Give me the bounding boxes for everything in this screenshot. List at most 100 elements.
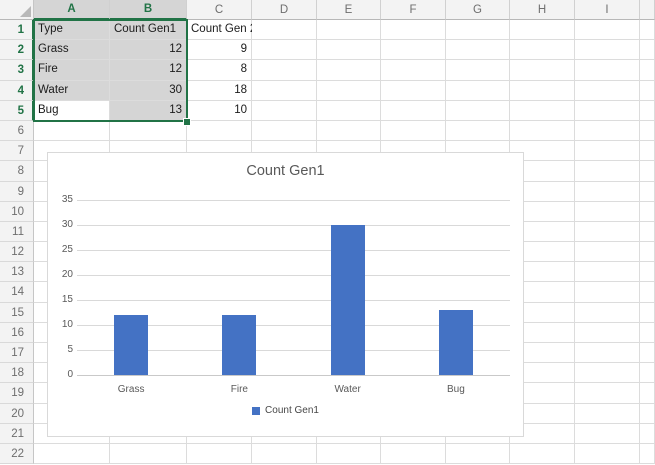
cell-partial-21[interactable] [640, 424, 655, 444]
cell-F2[interactable] [381, 40, 446, 60]
row-header-21[interactable]: 21 [0, 424, 34, 444]
cell-I13[interactable] [575, 262, 640, 282]
cell-partial-17[interactable] [640, 343, 655, 363]
row-header-22[interactable]: 22 [0, 444, 34, 464]
cell-H22[interactable] [510, 444, 575, 464]
row-header-13[interactable]: 13 [0, 262, 34, 282]
row-header-18[interactable]: 18 [0, 363, 34, 383]
column-header-H[interactable]: H [510, 0, 575, 20]
cell-partial-16[interactable] [640, 323, 655, 343]
cell-partial-15[interactable] [640, 303, 655, 323]
select-all-corner[interactable] [0, 0, 34, 20]
cell-partial-18[interactable] [640, 363, 655, 383]
cell-partial-10[interactable] [640, 202, 655, 222]
cell-I8[interactable] [575, 161, 640, 181]
cell-C22[interactable] [187, 444, 252, 464]
cell-partial-9[interactable] [640, 182, 655, 202]
cell-partial-8[interactable] [640, 161, 655, 181]
cell-D1[interactable] [252, 20, 317, 40]
cell-I14[interactable] [575, 282, 640, 302]
row-header-4[interactable]: 4 [0, 81, 34, 101]
cell-B6[interactable] [110, 121, 187, 141]
cell-I2[interactable] [575, 40, 640, 60]
chart-title[interactable]: Count Gen1 [48, 163, 523, 179]
cell-E3[interactable] [317, 60, 381, 80]
bar-fire[interactable] [222, 315, 256, 375]
cell-C2[interactable]: 9 [187, 40, 252, 60]
row-header-10[interactable]: 10 [0, 202, 34, 222]
cell-H2[interactable] [510, 40, 575, 60]
row-header-8[interactable]: 8 [0, 161, 34, 181]
cell-partial-14[interactable] [640, 282, 655, 302]
cell-G3[interactable] [446, 60, 510, 80]
cell-A3[interactable]: Fire [34, 60, 110, 80]
cell-partial-2[interactable] [640, 40, 655, 60]
cell-D2[interactable] [252, 40, 317, 60]
cell-I5[interactable] [575, 101, 640, 121]
cell-partial-19[interactable] [640, 383, 655, 403]
cell-partial-6[interactable] [640, 121, 655, 141]
cell-I12[interactable] [575, 242, 640, 262]
cell-G22[interactable] [446, 444, 510, 464]
cell-F5[interactable] [381, 101, 446, 121]
column-header-E[interactable]: E [317, 0, 381, 20]
cell-B4[interactable]: 30 [110, 81, 187, 101]
column-header-partial[interactable] [640, 0, 655, 20]
cell-D3[interactable] [252, 60, 317, 80]
row-header-20[interactable]: 20 [0, 404, 34, 424]
cell-partial-4[interactable] [640, 81, 655, 101]
cell-I9[interactable] [575, 182, 640, 202]
cell-F1[interactable] [381, 20, 446, 40]
cell-H5[interactable] [510, 101, 575, 121]
cell-B5[interactable]: 13 [110, 101, 187, 121]
cell-partial-11[interactable] [640, 222, 655, 242]
cell-I22[interactable] [575, 444, 640, 464]
cell-G6[interactable] [446, 121, 510, 141]
cell-E1[interactable] [317, 20, 381, 40]
cell-D5[interactable] [252, 101, 317, 121]
column-header-A[interactable]: A [34, 0, 110, 20]
cell-partial-3[interactable] [640, 60, 655, 80]
row-header-16[interactable]: 16 [0, 323, 34, 343]
cell-C5[interactable]: 10 [187, 101, 252, 121]
cell-G1[interactable] [446, 20, 510, 40]
cell-I1[interactable] [575, 20, 640, 40]
cell-F4[interactable] [381, 81, 446, 101]
cell-F6[interactable] [381, 121, 446, 141]
cell-I18[interactable] [575, 363, 640, 383]
column-header-G[interactable]: G [446, 0, 510, 20]
cell-partial-7[interactable] [640, 141, 655, 161]
cell-D6[interactable] [252, 121, 317, 141]
row-header-1[interactable]: 1 [0, 20, 34, 40]
cell-D22[interactable] [252, 444, 317, 464]
cell-H6[interactable] [510, 121, 575, 141]
cell-I20[interactable] [575, 404, 640, 424]
cell-partial-5[interactable] [640, 101, 655, 121]
cell-C6[interactable] [187, 121, 252, 141]
cell-E5[interactable] [317, 101, 381, 121]
cell-E22[interactable] [317, 444, 381, 464]
cell-I17[interactable] [575, 343, 640, 363]
cell-H1[interactable] [510, 20, 575, 40]
row-header-7[interactable]: 7 [0, 141, 34, 161]
cell-A1[interactable]: Type [34, 20, 110, 40]
cell-E6[interactable] [317, 121, 381, 141]
row-header-6[interactable]: 6 [0, 121, 34, 141]
cell-partial-22[interactable] [640, 444, 655, 464]
row-header-14[interactable]: 14 [0, 282, 34, 302]
cell-C3[interactable]: 8 [187, 60, 252, 80]
cell-I6[interactable] [575, 121, 640, 141]
cell-I19[interactable] [575, 383, 640, 403]
cell-H4[interactable] [510, 81, 575, 101]
cell-F3[interactable] [381, 60, 446, 80]
cell-C1[interactable]: Count Gen 2 [187, 20, 252, 40]
column-header-B[interactable]: B [110, 0, 187, 20]
row-header-19[interactable]: 19 [0, 383, 34, 403]
cell-B3[interactable]: 12 [110, 60, 187, 80]
column-header-C[interactable]: C [187, 0, 252, 20]
cell-A5[interactable]: Bug [34, 101, 110, 121]
cell-E2[interactable] [317, 40, 381, 60]
column-header-F[interactable]: F [381, 0, 446, 20]
cell-I10[interactable] [575, 202, 640, 222]
column-header-I[interactable]: I [575, 0, 640, 20]
